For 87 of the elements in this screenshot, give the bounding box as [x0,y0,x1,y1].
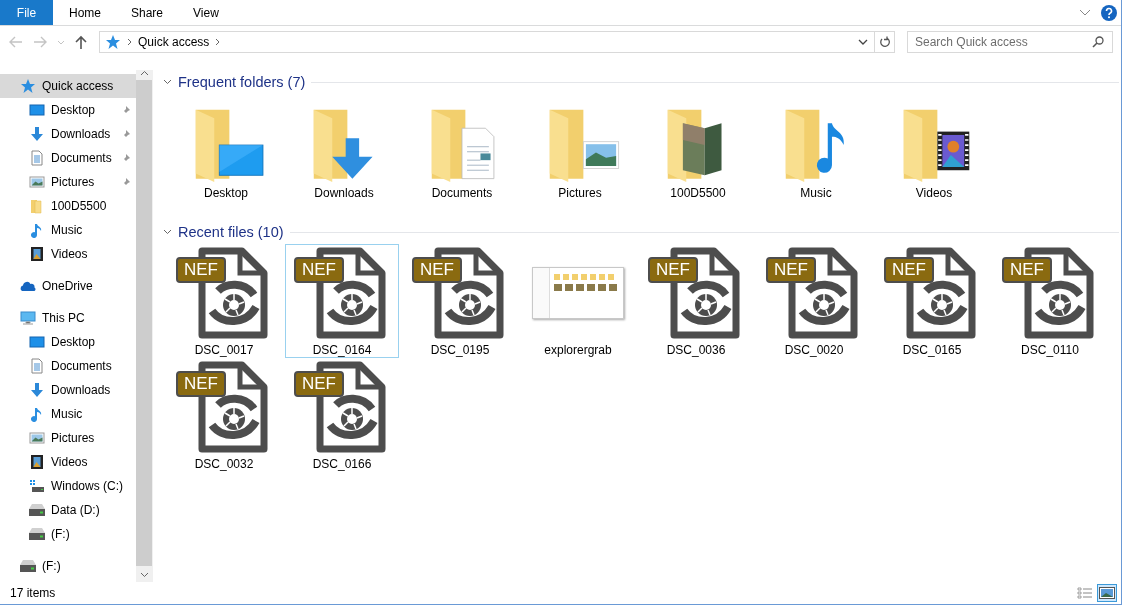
file-type-badge: NEF [766,257,816,283]
sidebar-item[interactable]: This PC [0,306,136,330]
file-type-badge: NEF [294,371,344,397]
group-header[interactable]: Recent files (10) [178,224,284,240]
file-tile[interactable]: NEF DSC_0165 [875,244,989,358]
file-type-badge: NEF [176,371,226,397]
sidebar-item[interactable]: OneDrive [0,274,136,298]
up-arrow-icon[interactable] [75,35,87,49]
sidebar-item-icon [29,102,45,118]
search-field[interactable]: Search Quick access [907,31,1113,53]
file-tile[interactable]: explorergrab [521,244,635,358]
folder-tile[interactable]: 100D5500 [639,94,757,220]
folder-tile[interactable]: Pictures [521,94,639,220]
breadcrumb-item[interactable]: Quick access [138,35,210,49]
large-icons-view-button[interactable] [1097,584,1117,602]
sidebar-item[interactable]: Documents [0,354,136,378]
file-tile[interactable]: NEF DSC_0036 [639,244,753,358]
sidebar-item-icon [29,526,45,542]
file-tile[interactable]: NEF DSC_0017 [167,244,281,358]
sidebar-item[interactable]: Videos [0,450,136,474]
sidebar-item[interactable]: Music [0,218,136,242]
sidebar-item[interactable]: Pictures [0,426,136,450]
folder-tile[interactable]: Desktop [167,94,285,220]
scroll-down-icon[interactable] [139,572,149,578]
sidebar-item-icon [29,198,45,214]
star-icon [105,34,121,50]
ribbon-tab[interactable]: Share [117,0,178,25]
file-tile[interactable]: NEF DSC_0020 [757,244,871,358]
folder-tile[interactable]: Videos [875,94,993,220]
scroll-up-icon[interactable] [139,70,149,76]
dropdown-caret-icon[interactable] [858,39,868,45]
folder-tile[interactable]: Downloads [285,94,403,220]
file-tile[interactable]: NEF DSC_0195 [403,244,517,358]
sidebar-item-icon [29,502,45,518]
search-icon [1092,36,1104,48]
file-type-badge: NEF [294,257,344,283]
file-tile[interactable]: NEF DSC_0164 [285,244,399,358]
file-type-badge: NEF [648,257,698,283]
sidebar-item[interactable]: Downloads [0,378,136,402]
sidebar-item[interactable]: Windows (C:) [0,474,136,498]
sidebar-item[interactable]: Pictures [0,170,136,194]
sidebar-item-icon [29,174,45,190]
folder-tile[interactable]: Music [757,94,875,220]
sidebar-item-icon [29,430,45,446]
file-type-badge: NEF [412,257,462,283]
sidebar-item-icon [20,310,36,326]
sidebar-item-icon [29,150,45,166]
sidebar-item-icon [29,478,45,494]
ribbon-tab[interactable]: Home [55,0,115,25]
sidebar-item-icon [29,358,45,374]
sidebar-item-icon [20,78,36,94]
chevron-right-icon[interactable] [215,38,221,46]
file-type-badge: NEF [176,257,226,283]
sidebar-item[interactable]: Data (D:) [0,498,136,522]
sidebar-item[interactable]: Documents [0,146,136,170]
sidebar-item[interactable]: (F:) [0,522,136,546]
file-tile[interactable]: NEF DSC_0032 [167,358,281,472]
collapse-caret-icon[interactable] [163,79,172,85]
sidebar-item[interactable]: Desktop [0,330,136,354]
address-bar[interactable]: Quick access [99,31,895,53]
sidebar-item[interactable]: 100D5500 [0,194,136,218]
file-tile[interactable]: NEF DSC_0110 [993,244,1107,358]
item-count: 17 items [10,586,56,600]
sidebar-item-icon [29,454,45,470]
refresh-icon[interactable] [878,36,891,48]
file-tile[interactable]: NEF DSC_0166 [285,358,399,472]
sidebar-item-icon [29,126,45,142]
sidebar-item[interactable]: Downloads [0,122,136,146]
sidebar-item-icon [29,382,45,398]
sidebar-item[interactable]: Desktop [0,98,136,122]
group-header[interactable]: Frequent folders (7) [178,74,306,90]
file-type-badge: NEF [1002,257,1052,283]
sidebar-item-icon [29,334,45,350]
file-type-badge: NEF [884,257,934,283]
sidebar-item[interactable]: Videos [0,242,136,266]
collapse-caret-icon[interactable] [163,229,172,235]
ribbon-tab[interactable]: View [179,0,233,25]
sidebar-item[interactable]: (F:) [0,554,136,578]
sidebar-item[interactable]: Music [0,402,136,426]
sidebar-item-icon [29,246,45,262]
file-menu-tab[interactable]: File [0,0,53,25]
help-icon[interactable] [1101,4,1117,21]
sidebar-item[interactable]: Quick access [0,74,136,98]
folder-tile[interactable]: Documents [403,94,521,220]
sidebar-item-icon [20,558,36,574]
expand-ribbon-icon[interactable] [1079,8,1091,17]
chevron-right-icon[interactable] [127,38,132,46]
